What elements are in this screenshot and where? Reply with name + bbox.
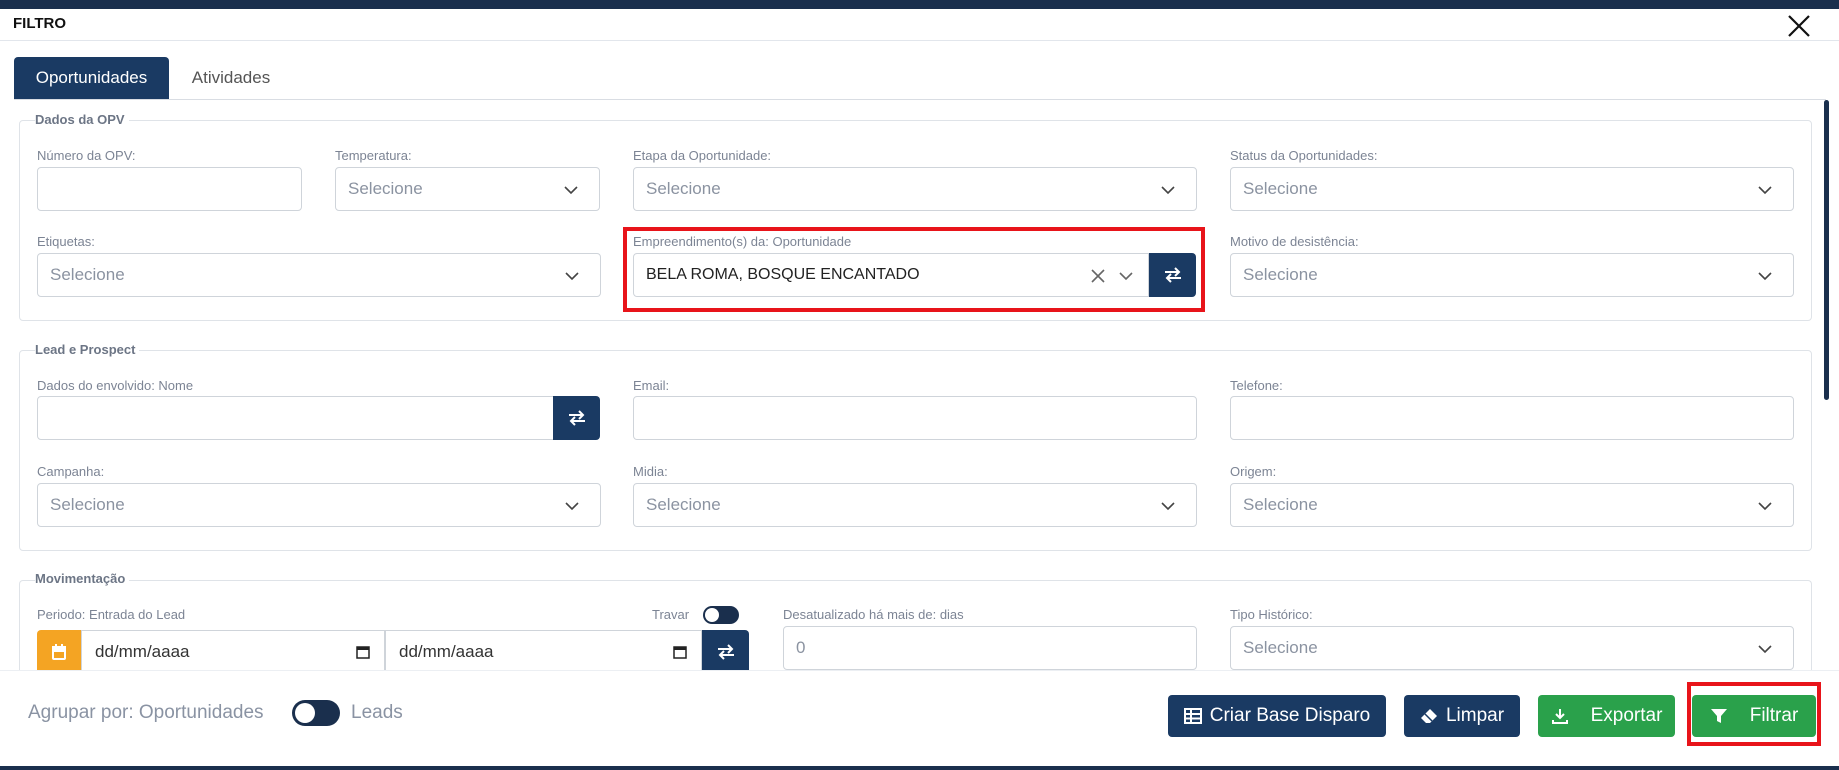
swap-icon	[1164, 267, 1181, 283]
chevron-down-icon	[564, 186, 578, 195]
telefone-input[interactable]	[1230, 396, 1794, 440]
status-label: Status da Oportunidades:	[1230, 148, 1378, 163]
toggle-knob	[705, 608, 719, 622]
empreendimento-label: Empreendimento(s) da: Oportunidade	[633, 234, 852, 249]
swap-icon	[717, 644, 734, 660]
criar-base-disparo-button[interactable]: Criar Base Disparo	[1168, 695, 1386, 737]
midia-label: Midia:	[633, 464, 668, 479]
chevron-down-icon	[1758, 645, 1772, 654]
chevron-down-icon	[1758, 502, 1772, 511]
select-value: Selecione	[1243, 638, 1318, 657]
chevron-down-icon	[1161, 502, 1175, 511]
motivo-select[interactable]: Selecione	[1230, 253, 1794, 297]
origem-label: Origem:	[1230, 464, 1277, 479]
limpar-button[interactable]: Limpar	[1404, 695, 1520, 737]
desatualizado-input[interactable]: 0	[783, 626, 1197, 670]
select-value: Selecione	[1243, 495, 1318, 514]
etiquetas-label: Etiquetas:	[37, 234, 95, 249]
origem-select[interactable]: Selecione	[1230, 483, 1794, 527]
etapa-label: Etapa da Oportunidade:	[633, 148, 772, 163]
tab-atividades[interactable]: Atividades	[180, 57, 282, 99]
table-icon	[1183, 708, 1202, 724]
date-from-value: dd/mm/aaaa	[95, 642, 190, 661]
email-label: Email:	[633, 378, 670, 393]
select-value: Selecione	[50, 495, 125, 514]
chevron-down-icon	[1119, 272, 1133, 281]
select-value: Selecione	[646, 179, 721, 198]
travar-toggle[interactable]	[703, 606, 739, 624]
etiquetas-select[interactable]: Selecione	[37, 253, 601, 297]
numero-opv-label: Número da OPV:	[37, 148, 136, 163]
nome-swap-button[interactable]	[553, 396, 600, 440]
download-icon	[1551, 709, 1568, 724]
temperatura-label: Temperatura:	[335, 148, 412, 163]
chevron-down-icon	[565, 502, 579, 511]
chevron-down-icon	[1758, 272, 1772, 281]
chevron-down-icon	[1758, 186, 1772, 195]
filtrar-button[interactable]: Filtrar	[1692, 695, 1816, 737]
footer-divider	[0, 670, 1839, 671]
date-to-value: dd/mm/aaaa	[399, 642, 494, 661]
etapa-select[interactable]: Selecione	[633, 167, 1197, 211]
swap-icon	[568, 410, 585, 426]
empreendimento-swap-button[interactable]	[1149, 253, 1196, 297]
email-input[interactable]	[633, 396, 1197, 440]
exportar-button[interactable]: Exportar	[1538, 695, 1675, 737]
modal-title: FILTRO	[13, 15, 67, 32]
header-divider	[0, 40, 1839, 41]
filter-icon	[1710, 709, 1727, 723]
chevron-down-icon	[1161, 186, 1175, 195]
section-legend: Lead e Prospect	[35, 342, 140, 357]
toggle-knob	[295, 703, 315, 723]
select-value: Selecione	[348, 179, 423, 198]
campanha-select[interactable]: Selecione	[37, 483, 601, 527]
button-label: Criar Base Disparo	[1209, 705, 1371, 726]
calendar-icon	[37, 630, 81, 674]
campanha-label: Campanha:	[37, 464, 105, 479]
telefone-label: Telefone:	[1230, 378, 1283, 393]
calendar-picker-icon[interactable]	[673, 645, 687, 659]
motivo-label: Motivo de desistência:	[1230, 234, 1359, 249]
top-bar	[0, 0, 1839, 9]
nome-input[interactable]	[37, 396, 554, 440]
travar-label: Travar	[652, 607, 690, 622]
chevron-down-icon	[565, 272, 579, 281]
midia-select[interactable]: Selecione	[633, 483, 1197, 527]
section-legend: Dados da OPV	[35, 112, 129, 127]
section-legend: Movimentação	[35, 571, 130, 586]
temperatura-select[interactable]: Selecione	[335, 167, 600, 211]
select-value: Selecione	[646, 495, 721, 514]
tab-oportunidades[interactable]: Oportunidades	[14, 57, 169, 99]
desatualizado-label: Desatualizado há mais de: dias	[783, 607, 964, 622]
select-value: Selecione	[1243, 179, 1318, 198]
close-icon[interactable]	[1785, 12, 1813, 40]
status-select[interactable]: Selecione	[1230, 167, 1794, 211]
tipo-historico-label: Tipo Histórico:	[1230, 607, 1313, 622]
button-label: Limpar	[1445, 705, 1505, 726]
calendar-picker-icon[interactable]	[356, 645, 370, 659]
desatualizado-value: 0	[796, 638, 806, 657]
bottom-bar	[0, 766, 1839, 770]
select-value: BELA ROMA, BOSQUE ENCANTADO	[646, 266, 920, 283]
date-from-input[interactable]: dd/mm/aaaa	[81, 630, 385, 674]
select-value: Selecione	[1243, 265, 1318, 284]
leads-label: Leads	[351, 702, 403, 723]
nome-label: Dados do envolvido: Nome	[37, 378, 194, 393]
scrollbar-thumb[interactable]	[1824, 100, 1829, 400]
date-to-input[interactable]: dd/mm/aaaa	[385, 630, 702, 674]
eraser-icon	[1420, 709, 1437, 723]
empreendimento-select[interactable]: BELA ROMA, BOSQUE ENCANTADO	[633, 253, 1149, 297]
periodo-swap-button[interactable]	[702, 630, 749, 674]
numero-opv-input[interactable]	[37, 167, 302, 211]
button-label: Exportar	[1590, 705, 1663, 726]
clear-icon[interactable]	[1090, 268, 1106, 284]
tipo-historico-select[interactable]: Selecione	[1230, 626, 1794, 670]
periodo-label: Periodo: Entrada do Lead	[37, 607, 186, 622]
button-label: Filtrar	[1749, 705, 1799, 726]
agrupar-label: Agrupar por: Oportunidades	[28, 702, 264, 723]
agrupar-toggle[interactable]	[292, 700, 340, 726]
select-value: Selecione	[50, 265, 125, 284]
